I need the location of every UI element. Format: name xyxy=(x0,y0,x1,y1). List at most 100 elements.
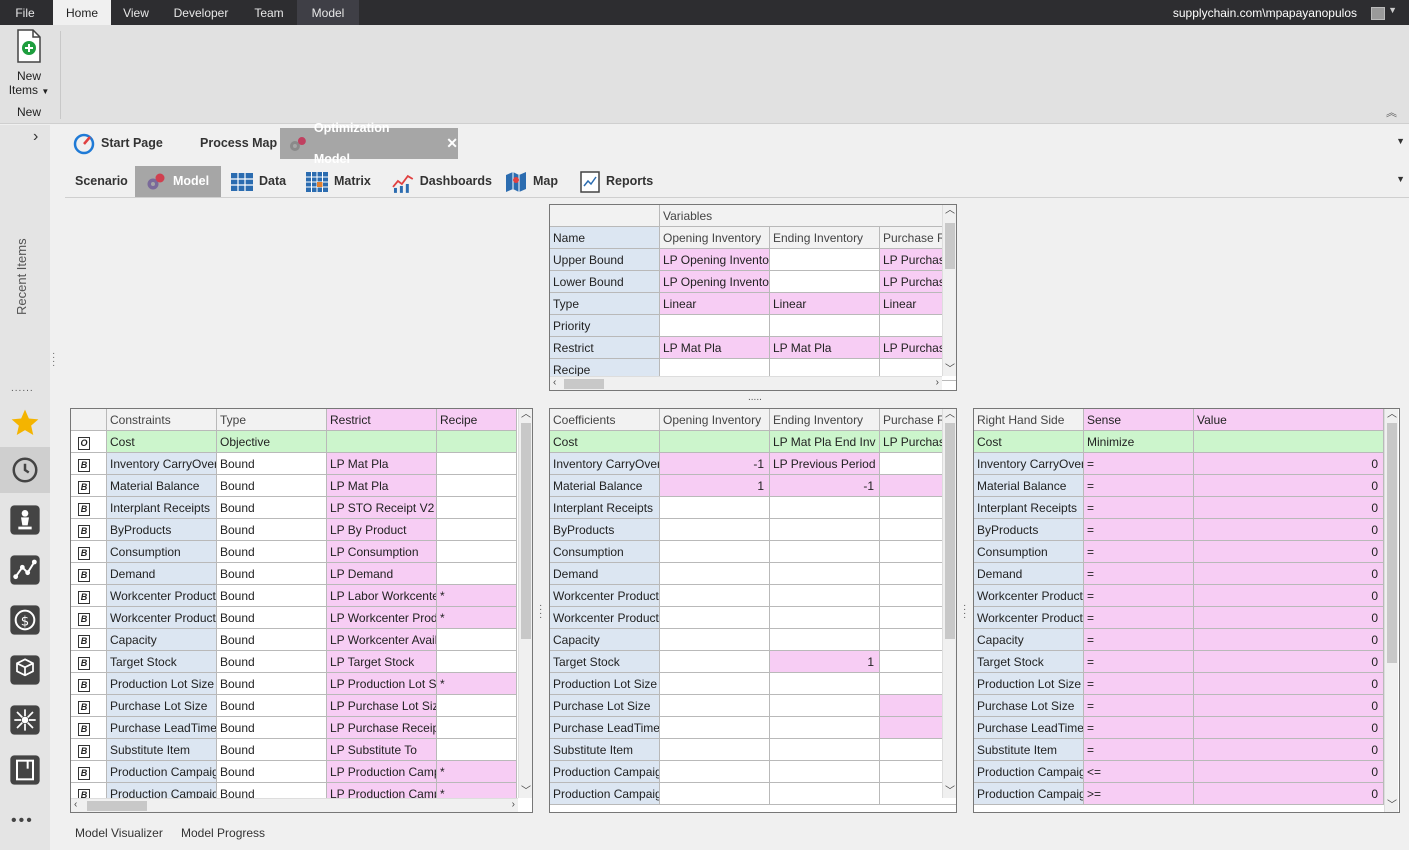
constraint-type[interactable]: Bound xyxy=(217,695,327,717)
favorites-star-icon[interactable] xyxy=(0,400,50,446)
coefficient-cell[interactable] xyxy=(770,541,880,563)
scroll-left-icon[interactable]: ‹ xyxy=(553,377,556,389)
constraint-type[interactable]: Bound xyxy=(217,629,327,651)
account-avatar[interactable] xyxy=(1371,7,1385,20)
scroll-thumb[interactable] xyxy=(945,223,955,269)
constraint-restrict[interactable]: LP Production Camp xyxy=(327,761,437,783)
column-header[interactable]: Type xyxy=(217,409,327,431)
rhs-value[interactable]: 0 xyxy=(1194,453,1384,475)
constraint-name[interactable]: Production Lot Size xyxy=(107,673,217,695)
rhs-value[interactable]: 0 xyxy=(1194,585,1384,607)
coefficients-grid[interactable]: Coefficients Opening Inventory Ending Inve… xyxy=(549,408,957,813)
rhs-sense[interactable]: = xyxy=(1084,651,1194,673)
variable-cell[interactable]: Linear xyxy=(770,293,880,315)
rhs-row-name[interactable]: Workcenter Product xyxy=(974,607,1084,629)
column-header[interactable]: Opening Inventory xyxy=(660,409,770,431)
constraint-recipe[interactable] xyxy=(437,497,517,519)
rhs-row-name[interactable]: Purchase LeadTime xyxy=(974,717,1084,739)
coefficient-row-name[interactable]: Demand xyxy=(550,563,660,585)
variable-cell[interactable]: LP Mat Pla xyxy=(770,337,880,359)
rhs-sense[interactable]: = xyxy=(1084,453,1194,475)
menu-model[interactable]: Model xyxy=(297,0,359,25)
constraint-restrict[interactable]: LP Labor Workcente xyxy=(327,585,437,607)
rhs-value[interactable]: 0 xyxy=(1194,607,1384,629)
scroll-thumb[interactable] xyxy=(945,423,955,639)
coefficient-cell[interactable]: -1 xyxy=(770,475,880,497)
rhs-value[interactable]: 0 xyxy=(1194,541,1384,563)
constraint-name[interactable]: Inventory CarryOver xyxy=(107,453,217,475)
menu-developer[interactable]: Developer xyxy=(161,0,241,25)
expand-sidebar-icon[interactable]: › xyxy=(33,128,38,146)
rhs-sense[interactable]: = xyxy=(1084,717,1194,739)
constraint-type[interactable]: Bound xyxy=(217,497,327,519)
scroll-thumb[interactable] xyxy=(521,423,531,639)
vertical-scrollbar[interactable]: ︿ ﹀ xyxy=(942,205,956,376)
constraint-name[interactable]: Interplant Receipts xyxy=(107,497,217,519)
constraint-recipe[interactable] xyxy=(437,431,517,453)
tab-optimization-model[interactable]: Optimization Model ✕ xyxy=(280,121,458,166)
coefficient-cell[interactable] xyxy=(660,541,770,563)
coefficient-row-name[interactable]: Substitute Item xyxy=(550,739,660,761)
column-header[interactable]: Sense xyxy=(1084,409,1194,431)
sidebar-splitter[interactable]: · · · · xyxy=(52,349,55,371)
constraint-restrict[interactable]: LP Workcenter Avail xyxy=(327,629,437,651)
row-selector[interactable]: B xyxy=(71,585,107,607)
constraint-recipe[interactable] xyxy=(437,541,517,563)
row-selector[interactable]: O xyxy=(71,431,107,453)
constraint-name[interactable]: Production Campaign xyxy=(107,761,217,783)
constraint-name[interactable]: Cost xyxy=(107,431,217,453)
coefficient-row-name[interactable]: Target Stock xyxy=(550,651,660,673)
rhs-row-name[interactable]: Production Campaign xyxy=(974,783,1084,805)
constraint-restrict[interactable]: LP Purchase Receipt xyxy=(327,717,437,739)
coefficient-cell[interactable] xyxy=(660,629,770,651)
constraint-restrict[interactable]: LP Target Stock xyxy=(327,651,437,673)
rhs-row-name[interactable]: Material Balance xyxy=(974,475,1084,497)
rhs-row-name[interactable]: ByProducts xyxy=(974,519,1084,541)
tab-model-visualizer[interactable]: Model Visualizer xyxy=(75,826,163,840)
menu-home[interactable]: Home xyxy=(53,0,111,25)
constraint-type[interactable]: Bound xyxy=(217,607,327,629)
coefficient-row-name[interactable]: Production Campaign xyxy=(550,783,660,805)
coefficient-cell[interactable] xyxy=(770,519,880,541)
constraint-recipe[interactable]: * xyxy=(437,607,517,629)
scroll-up-icon[interactable]: ︿ xyxy=(1387,409,1397,421)
coefficient-cell[interactable] xyxy=(660,607,770,629)
coefficient-cell[interactable] xyxy=(660,695,770,717)
scroll-right-icon[interactable]: › xyxy=(512,799,515,811)
variable-cell[interactable]: LP Opening Invento xyxy=(660,271,770,293)
history-icon[interactable] xyxy=(0,447,50,493)
constraint-restrict[interactable]: LP Production Lot S xyxy=(327,673,437,695)
coefficient-cell[interactable] xyxy=(660,585,770,607)
row-selector[interactable]: B xyxy=(71,607,107,629)
scroll-down-icon[interactable]: ﹀ xyxy=(1387,800,1397,812)
rhs-sense[interactable]: = xyxy=(1084,563,1194,585)
constraint-restrict[interactable]: LP Purchase Lot Size xyxy=(327,695,437,717)
coefficient-row-name[interactable]: Workcenter Product xyxy=(550,607,660,629)
constraint-recipe[interactable]: * xyxy=(437,761,517,783)
variable-cell[interactable] xyxy=(770,315,880,337)
rhs-sense[interactable]: = xyxy=(1084,541,1194,563)
constraint-type[interactable]: Bound xyxy=(217,475,327,497)
rhs-value[interactable]: 0 xyxy=(1194,475,1384,497)
constraint-restrict[interactable]: LP STO Receipt V2 xyxy=(327,497,437,519)
rhs-value[interactable]: 0 xyxy=(1194,783,1384,805)
constraint-restrict[interactable]: LP Substitute To xyxy=(327,739,437,761)
scroll-up-icon[interactable]: ︿ xyxy=(945,205,955,217)
subtab-model[interactable]: Model xyxy=(135,166,221,197)
finance-icon[interactable]: $ xyxy=(0,597,50,643)
constraint-name[interactable]: Target Stock xyxy=(107,651,217,673)
row-header[interactable]: Lower Bound xyxy=(550,271,660,293)
hub-icon[interactable] xyxy=(0,697,50,743)
row-selector[interactable]: B xyxy=(71,739,107,761)
constraint-recipe[interactable] xyxy=(437,695,517,717)
variable-cell[interactable] xyxy=(770,249,880,271)
coefficient-cell[interactable] xyxy=(660,761,770,783)
coefficient-cell[interactable] xyxy=(660,717,770,739)
coefficient-cell[interactable] xyxy=(770,783,880,805)
constraint-restrict[interactable]: LP Consumption xyxy=(327,541,437,563)
constraint-type[interactable]: Bound xyxy=(217,651,327,673)
vertical-splitter[interactable]: · · · · xyxy=(963,601,966,623)
constraint-type[interactable]: Bound xyxy=(217,717,327,739)
coefficient-row-name[interactable]: Consumption xyxy=(550,541,660,563)
rhs-row-name[interactable]: Capacity xyxy=(974,629,1084,651)
